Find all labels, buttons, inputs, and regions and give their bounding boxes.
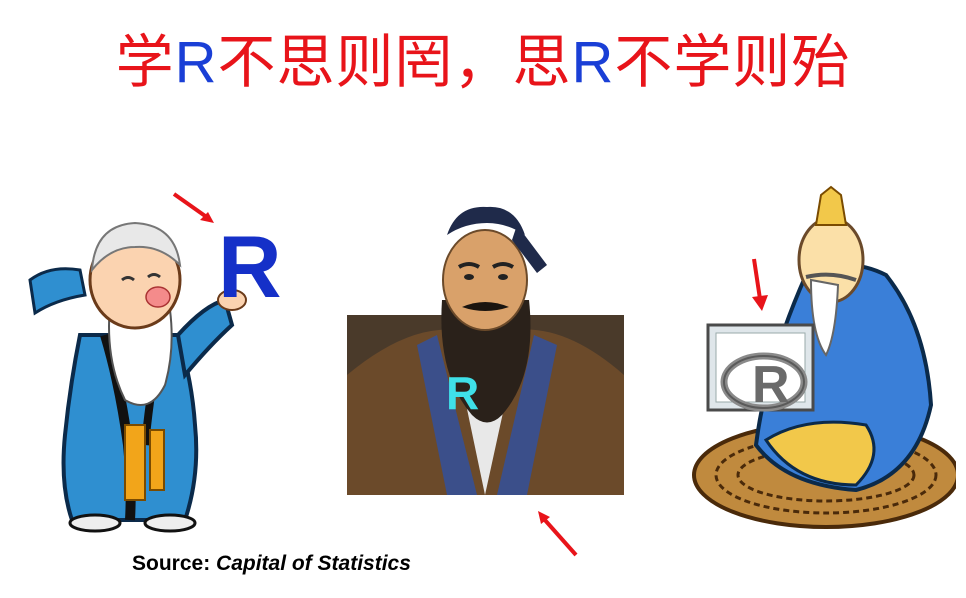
source-credit: Source: Capital of Statistics <box>132 552 411 576</box>
middle-r-logo: R <box>446 367 480 419</box>
arrow-icon-right <box>752 258 768 311</box>
left-r-logo: R <box>218 217 282 316</box>
sage-with-laptop-illustration <box>692 185 956 529</box>
confucius-portrait-illustration <box>347 206 624 495</box>
title-r-2: R <box>571 30 615 95</box>
source-label: Source: <box>132 552 211 575</box>
title-r-1: R <box>174 30 218 95</box>
arrow-icon-left <box>172 192 214 223</box>
source-name: Capital of Statistics <box>216 552 411 575</box>
right-r-logo: R <box>752 356 790 414</box>
page-title: 学R不思则罔，思R不学则殆 <box>0 26 966 99</box>
arrow-icon-middle <box>538 511 578 557</box>
title-part-3: 不学则殆 <box>614 28 851 96</box>
title-part-1: 学 <box>115 28 175 96</box>
title-part-2: 不思则罔，思 <box>217 28 572 96</box>
